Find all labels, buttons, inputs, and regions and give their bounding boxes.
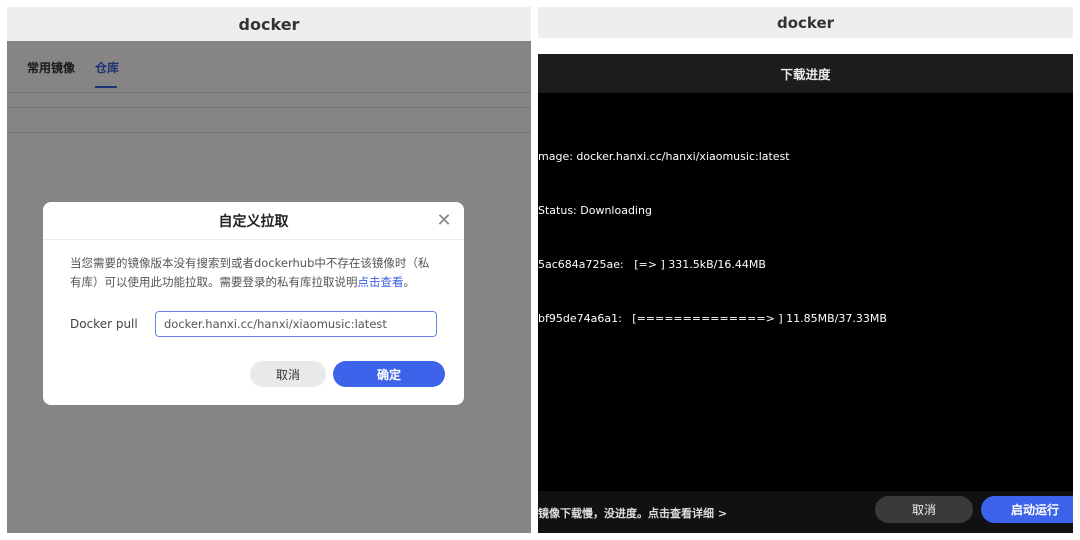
confirm-button[interactable]: 确定: [333, 361, 445, 387]
description-end: 。: [403, 275, 416, 289]
docker-pull-label: Docker pull: [70, 317, 138, 331]
close-icon[interactable]: ✕: [434, 211, 454, 231]
download-progress-panel: 下载进度 mage: docker.hanxi.cc/hanxi/xiaomus…: [538, 54, 1073, 533]
dialog-description: 当您需要的镜像版本没有搜索到或者dockerhub中不存在该镜像时（私有库）可以…: [70, 254, 440, 292]
log-line: mage: docker.hanxi.cc/hanxi/xiaomusic:la…: [538, 150, 790, 163]
panel-title: 下载进度: [538, 54, 1073, 93]
log-line: Status: Downloading: [538, 204, 652, 217]
docker-pull-input[interactable]: [155, 311, 437, 337]
log-line: 5ac684a725ae: [=> ] 331.5kB/16.44MB: [538, 258, 766, 271]
cancel-button[interactable]: 取消: [250, 361, 326, 387]
view-link[interactable]: 点击查看: [358, 275, 404, 289]
start-run-button[interactable]: 启动运行: [981, 496, 1073, 523]
panel-footer: 镜像下载慢，没进度。点击查看详细 > 取消 启动运行: [538, 491, 1073, 533]
log-line: bf95de74a6a1: [==============> ] 11.85MB…: [538, 312, 887, 325]
download-log: mage: docker.hanxi.cc/hanxi/xiaomusic:la…: [538, 112, 1073, 364]
right-screenshot: docker 下载进度 mage: docker.hanxi.cc/hanxi/…: [538, 7, 1073, 533]
custom-pull-dialog: 自定义拉取 ✕ 当您需要的镜像版本没有搜索到或者dockerhub中不存在该镜像…: [43, 202, 464, 405]
window-title: docker: [538, 7, 1073, 38]
slow-download-hint[interactable]: 镜像下载慢，没进度。点击查看详细 >: [538, 505, 727, 521]
dialog-title: 自定义拉取: [43, 202, 464, 240]
window-title: docker: [7, 7, 531, 41]
cancel-button[interactable]: 取消: [875, 496, 973, 523]
